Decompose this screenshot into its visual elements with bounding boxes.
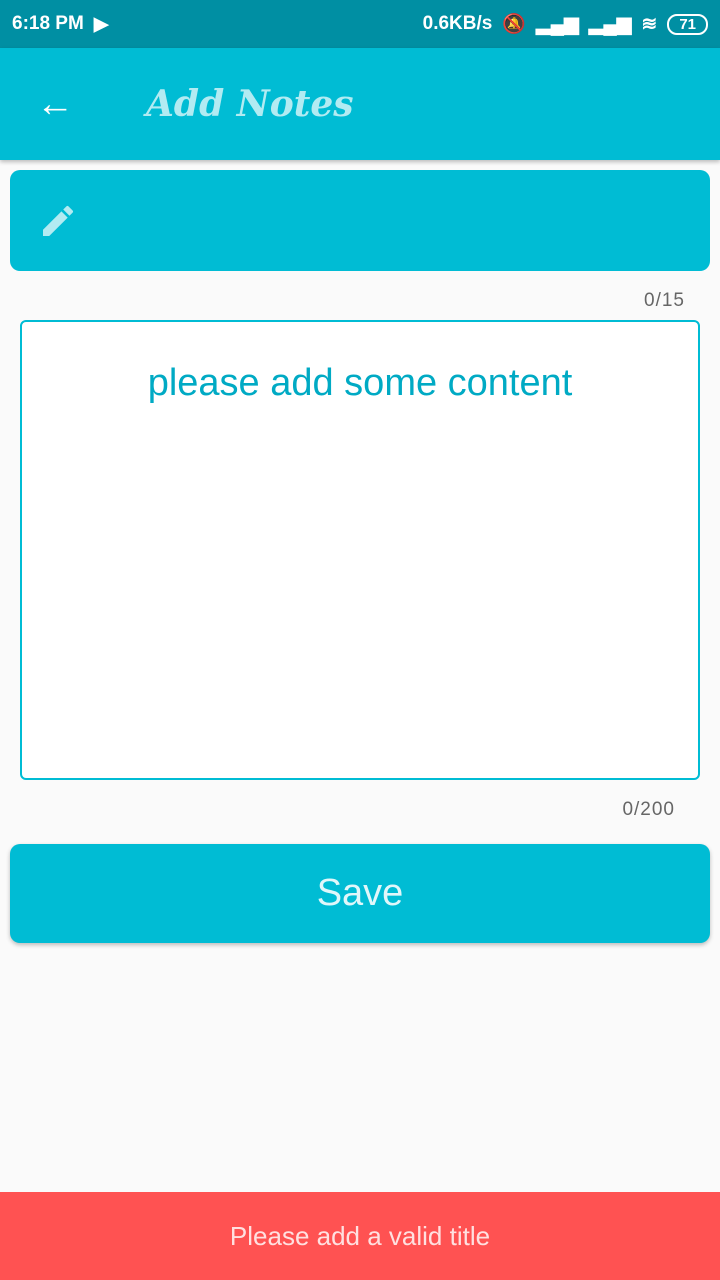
page-title: Add Notes (146, 83, 354, 125)
status-bar: 6:18 PM ▶ 0.6KB/s 🔕 ▂▄▆ ▂▄▆ ≋ 71 (0, 0, 720, 48)
net-speed: 0.6KB/s (422, 13, 493, 34)
content-input[interactable]: please add some content (20, 320, 700, 780)
app-bar: ← Add Notes (0, 48, 720, 160)
status-time: 6:18 PM (12, 13, 84, 34)
snackbar: Please add a valid title (0, 1192, 720, 1280)
back-arrow-icon[interactable]: ← (36, 83, 76, 126)
title-counter: 0/15 (644, 290, 685, 311)
content-counter: 0/200 (622, 799, 675, 820)
wifi-icon: ≋ (641, 13, 658, 35)
content-placeholder: please add some content (147, 362, 573, 404)
mute-bell-icon: 🔕 (502, 14, 527, 35)
signal-icon-2: ▂▄▆ (588, 13, 632, 35)
signal-icon: ▂▄▆ (536, 13, 579, 35)
play-icon: ▶ (93, 13, 109, 35)
save-button[interactable]: Save (10, 844, 710, 943)
snackbar-message: Please add a valid title (229, 1220, 491, 1251)
battery-icon: 71 (667, 13, 708, 35)
title-input[interactable] (10, 170, 710, 271)
pencil-icon (43, 205, 74, 236)
